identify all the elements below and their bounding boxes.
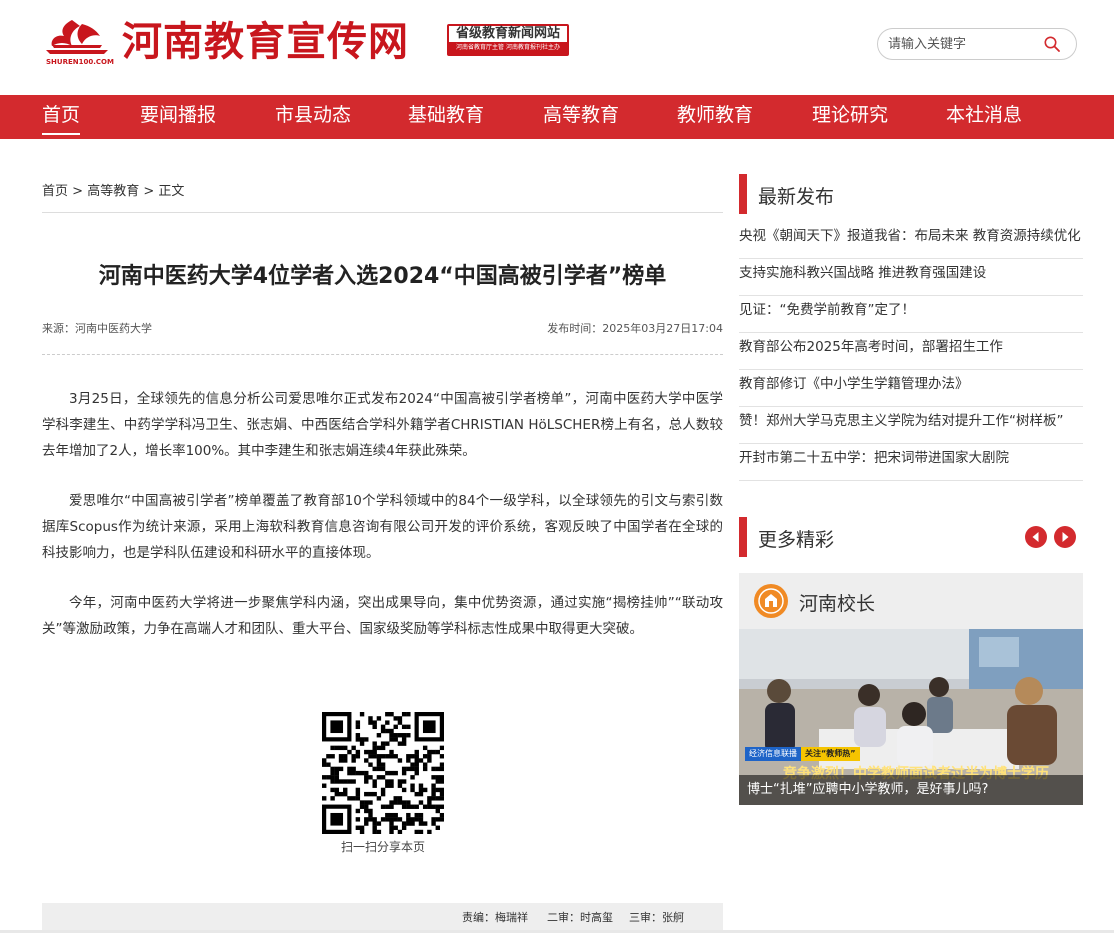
feature-caption[interactable]: 博士“扎堆”应聘中小学教师，是好事儿吗? bbox=[739, 775, 1083, 805]
article-source: 来源：河南中医药大学 bbox=[42, 322, 152, 335]
nav-item-basic-edu[interactable]: 基础教育 bbox=[408, 95, 484, 139]
nav-item-theory[interactable]: 理论研究 bbox=[812, 95, 888, 139]
breadcrumb-separator: > bbox=[72, 184, 84, 199]
latest-news-item[interactable]: 见证：“免费学前教育”定了！ bbox=[739, 296, 1083, 333]
breadcrumb-separator: > bbox=[143, 184, 155, 199]
article-date: 发布时间：2025年03月27日17:04 bbox=[547, 322, 723, 335]
latest-section-title: 最新发布 bbox=[758, 186, 835, 208]
editor-name: 责编：梅瑞祥 bbox=[462, 911, 528, 924]
qr-code bbox=[322, 712, 444, 834]
breadcrumb-category[interactable]: 高等教育 bbox=[87, 184, 139, 199]
logo-domain: SHUREN100.COM bbox=[46, 58, 114, 66]
search-icon[interactable] bbox=[1044, 36, 1060, 52]
meta-divider bbox=[42, 354, 723, 355]
latest-news-item[interactable]: 支持实施科教兴国战略 推进教育强国建设 bbox=[739, 259, 1083, 296]
site-badge: 省级教育新闻网站 河南省教育厅主管 河南教育报刊社主办 bbox=[447, 24, 569, 56]
tv-program-tag: 经济信息联播 关注“教师热” bbox=[745, 747, 860, 761]
search-input[interactable] bbox=[888, 34, 1038, 54]
third-reviewer: 三审：张舸 bbox=[629, 911, 684, 924]
feature-card[interactable]: 河南校长 经济信息联播 关注“教师热” 竞争激烈！中学教师面试者过半为博士学历 博… bbox=[739, 573, 1083, 805]
latest-news-item[interactable]: 央视《朝闻天下》报道我省：布局未来 教育资源持续优化 bbox=[739, 222, 1083, 259]
article-paragraph: 3月25日，全球领先的信息分析公司爱思唯尔正式发布2024“中国高被引学者榜单”… bbox=[42, 391, 723, 459]
next-button[interactable] bbox=[1054, 526, 1076, 548]
nav-item-home[interactable]: 首页 bbox=[42, 95, 81, 139]
section-marker bbox=[739, 174, 747, 214]
main-nav: 首页 要闻播报 市县动态 基础教育 高等教育 教师教育 理论研究 本社消息 bbox=[0, 95, 1114, 139]
site-logo[interactable]: SHUREN100.COM 河南教育宣传网 省级教育新闻网站 河南省教育厅主管 … bbox=[42, 16, 572, 72]
nav-item-company-news[interactable]: 本社消息 bbox=[946, 95, 1022, 139]
principal-logo-icon bbox=[754, 584, 788, 618]
site-header: SHUREN100.COM 河南教育宣传网 省级教育新闻网站 河南省教育厅主管 … bbox=[0, 0, 1114, 95]
breadcrumb-home[interactable]: 首页 bbox=[42, 184, 68, 199]
feature-photo[interactable]: 经济信息联播 关注“教师热” 竞争激烈！中学教师面试者过半为博士学历 博士“扎堆”… bbox=[739, 629, 1083, 805]
latest-news-item[interactable]: 赞！郑州大学马克思主义学院为结对提升工作“树样板” bbox=[739, 407, 1083, 444]
latest-news-item[interactable]: 开封市第二十五中学：把宋词带进国家大剧院 bbox=[739, 444, 1083, 481]
second-reviewer: 二审：时高玺 bbox=[547, 911, 613, 924]
latest-news-item[interactable]: 教育部修订《中小学生学籍管理办法》 bbox=[739, 370, 1083, 407]
latest-news-item[interactable]: 教育部公布2025年高考时间，部署招生工作 bbox=[739, 333, 1083, 370]
nav-item-higher-edu[interactable]: 高等教育 bbox=[543, 95, 619, 139]
qr-caption: 扫一扫分享本页 bbox=[340, 840, 425, 854]
article-title: 河南中医药大学4位学者入选2024“中国高被引学者”榜单 bbox=[98, 264, 667, 289]
section-marker bbox=[739, 517, 747, 557]
feature-label: 河南校长 bbox=[799, 593, 876, 615]
breadcrumb-divider bbox=[42, 212, 723, 213]
breadcrumb: 首页 > 高等教育 > 正文 bbox=[42, 180, 184, 199]
prev-button[interactable] bbox=[1025, 526, 1047, 548]
badge-main: 省级教育新闻网站 bbox=[455, 26, 560, 41]
editor-info: 责编：梅瑞祥 二审：时高玺 三审：张舸 bbox=[42, 903, 723, 933]
nav-item-news[interactable]: 要闻播报 bbox=[140, 95, 216, 139]
arrow-right-icon bbox=[1062, 532, 1069, 542]
nav-item-city[interactable]: 市县动态 bbox=[275, 95, 351, 139]
breadcrumb-current: 正文 bbox=[158, 184, 185, 199]
tv-tag-topic: 关注“教师热” bbox=[801, 747, 860, 761]
search-box bbox=[877, 28, 1077, 60]
article-paragraph: 爱思唯尔“中国高被引学者”榜单覆盖了教育部10个学科领域中的84个一级学科，以全… bbox=[42, 493, 723, 561]
site-title: 河南教育宣传网 bbox=[122, 18, 409, 65]
arrow-left-icon bbox=[1032, 532, 1039, 542]
badge-sub: 河南省教育厅主管 河南教育报刊社主办 bbox=[449, 42, 567, 54]
nav-item-teacher-edu[interactable]: 教师教育 bbox=[677, 95, 753, 139]
more-section-title: 更多精彩 bbox=[758, 529, 835, 551]
tv-tag-program: 经济信息联播 bbox=[745, 747, 801, 761]
article-paragraph: 今年，河南中医药大学将进一步聚焦学科内涵，突出成果导向，集中优势资源，通过实施“… bbox=[42, 595, 723, 637]
